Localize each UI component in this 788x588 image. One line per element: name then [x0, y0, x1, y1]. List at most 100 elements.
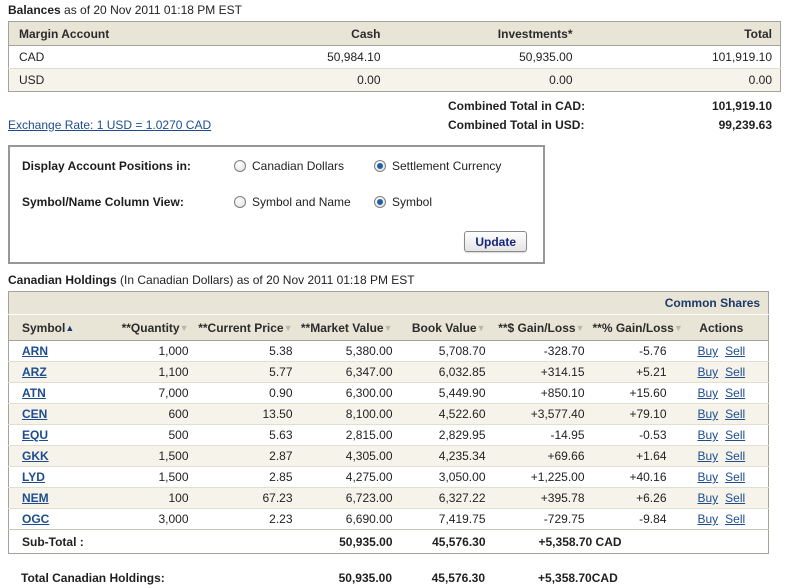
subtotal-row: Sub-Total : 50,935.00 45,576.30 +5,358.7…	[9, 530, 769, 554]
radio-icon[interactable]	[234, 196, 246, 208]
book-value-cell: 7,419.75	[401, 509, 494, 530]
symbol-link[interactable]: LYD	[22, 470, 45, 484]
radio-label: Settlement Currency	[392, 159, 501, 173]
quantity-cell: 1,500	[101, 446, 197, 467]
symbol-link[interactable]: ARZ	[22, 365, 47, 379]
exchange-rate-link[interactable]: Exchange Rate: 1 USD = 1.0270 CAD	[8, 118, 211, 132]
buy-link[interactable]: Buy	[697, 386, 718, 400]
display-options-panel: Display Account Positions in: Canadian D…	[8, 145, 545, 264]
table-row: OGC 3,000 2.23 6,690.00 7,419.75 -729.75…	[9, 509, 769, 530]
combined-total-cad-value: 101,919.10	[650, 99, 780, 113]
col-quantity[interactable]: **Quantity▼	[101, 315, 197, 341]
symbol-view-row: Symbol/Name Column View: Symbol and Name…	[22, 195, 533, 209]
col-percent-gain-loss[interactable]: **% Gain/Loss▼	[593, 315, 675, 341]
sell-link[interactable]: Sell	[725, 365, 745, 379]
sort-desc-icon: ▼	[576, 323, 585, 333]
radio-option-canadian-dollars[interactable]: Canadian Dollars	[234, 159, 374, 173]
symbol-link[interactable]: CEN	[22, 407, 47, 421]
price-cell: 2.85	[197, 467, 301, 488]
buy-link[interactable]: Buy	[697, 365, 718, 379]
total-cell: 0.00	[581, 69, 781, 92]
buy-link[interactable]: Buy	[697, 491, 718, 505]
buy-link[interactable]: Buy	[697, 344, 718, 358]
sell-link[interactable]: Sell	[725, 344, 745, 358]
gain-cell: +314.15	[494, 362, 593, 383]
gain-cell: -14.95	[494, 425, 593, 446]
market-value-cell: 2,815.00	[301, 425, 401, 446]
gain-pct-cell: +5.21	[593, 362, 675, 383]
table-row: GKK 1,500 2.87 4,305.00 4,235.34 +69.66 …	[9, 446, 769, 467]
balances-title-bold: Balances	[8, 3, 61, 17]
buy-link[interactable]: Buy	[697, 470, 718, 484]
radio-label: Symbol and Name	[252, 195, 351, 209]
price-cell: 5.63	[197, 425, 301, 446]
col-market-value[interactable]: **Market Value▼	[301, 315, 401, 341]
subtotal-label: Sub-Total :	[9, 530, 301, 554]
radio-selected-icon[interactable]	[374, 160, 386, 172]
total-market-value: 50,935.00	[300, 568, 400, 588]
book-value-cell: 4,522.60	[401, 404, 494, 425]
col-symbol[interactable]: Symbol▲	[9, 315, 101, 341]
col-book-value[interactable]: Book Value▼	[401, 315, 494, 341]
gain-pct-cell: +1.64	[593, 446, 675, 467]
radio-option-settlement-currency[interactable]: Settlement Currency	[374, 159, 501, 173]
update-button[interactable]: Update	[464, 231, 527, 252]
market-value-cell: 6,690.00	[301, 509, 401, 530]
price-cell: 13.50	[197, 404, 301, 425]
sort-desc-icon: ▼	[180, 323, 189, 333]
subtotal-gain: +5,358.70 CAD	[494, 530, 769, 554]
buy-link[interactable]: Buy	[697, 449, 718, 463]
holdings-title-rest: (In Canadian Dollars) as of 20 Nov 2011 …	[117, 273, 415, 287]
sell-link[interactable]: Sell	[725, 428, 745, 442]
radio-icon[interactable]	[234, 160, 246, 172]
market-value-cell: 8,100.00	[301, 404, 401, 425]
cash-cell: 0.00	[229, 69, 389, 92]
price-cell: 2.87	[197, 446, 301, 467]
holdings-header-row: Symbol▲ **Quantity▼ **Current Price▼ **M…	[9, 315, 769, 341]
gain-cell: -729.75	[494, 509, 593, 530]
total-holdings-label: Total Canadian Holdings:	[8, 568, 300, 588]
table-row: EQU 500 5.63 2,815.00 2,829.95 -14.95 -0…	[9, 425, 769, 446]
sell-link[interactable]: Sell	[725, 491, 745, 505]
positions-display-label: Display Account Positions in:	[22, 159, 234, 173]
symbol-link[interactable]: ATN	[22, 386, 46, 400]
col-actions: Actions	[675, 315, 769, 341]
radio-option-symbol[interactable]: Symbol	[374, 195, 432, 209]
col-dollar-gain-loss[interactable]: **$ Gain/Loss▼	[494, 315, 593, 341]
book-value-cell: 2,829.95	[401, 425, 494, 446]
symbol-link[interactable]: OGC	[22, 512, 49, 526]
combined-total-usd-label: Combined Total in USD:	[448, 118, 650, 132]
sell-link[interactable]: Sell	[725, 407, 745, 421]
market-value-cell: 6,347.00	[301, 362, 401, 383]
gain-cell: +395.78	[494, 488, 593, 509]
sell-link[interactable]: Sell	[725, 512, 745, 526]
combined-total-usd-value: 99,239.63	[650, 118, 780, 132]
sell-link[interactable]: Sell	[725, 449, 745, 463]
symbol-link[interactable]: ARN	[22, 344, 48, 358]
radio-selected-icon[interactable]	[374, 196, 386, 208]
sell-link[interactable]: Sell	[725, 470, 745, 484]
holdings-title: Canadian Holdings (In Canadian Dollars) …	[8, 273, 788, 287]
col-current-price[interactable]: **Current Price▼	[197, 315, 301, 341]
col-cash: Cash	[229, 22, 389, 46]
symbol-link[interactable]: EQU	[22, 428, 48, 442]
sell-link[interactable]: Sell	[725, 386, 745, 400]
radio-option-symbol-and-name[interactable]: Symbol and Name	[234, 195, 374, 209]
total-holdings-row: Total Canadian Holdings: 50,935.00 45,57…	[8, 568, 768, 588]
symbol-link[interactable]: NEM	[22, 491, 49, 505]
buy-link[interactable]: Buy	[697, 512, 718, 526]
buy-link[interactable]: Buy	[697, 407, 718, 421]
table-row: ARN 1,000 5.38 5,380.00 5,708.70 -328.70…	[9, 341, 769, 362]
table-row: ATN 7,000 0.90 6,300.00 5,449.90 +850.10…	[9, 383, 769, 404]
sort-desc-icon: ▼	[674, 323, 683, 333]
buy-link[interactable]: Buy	[697, 428, 718, 442]
balances-header-row: Margin Account Cash Investments* Total	[9, 22, 781, 46]
quantity-cell: 3,000	[101, 509, 197, 530]
quantity-cell: 7,000	[101, 383, 197, 404]
price-cell: 67.23	[197, 488, 301, 509]
total-gain: +5,358.70CAD	[493, 568, 768, 588]
symbol-link[interactable]: GKK	[22, 449, 49, 463]
table-row: CAD 50,984.10 50,935.00 101,919.10	[9, 46, 781, 69]
radio-label: Symbol	[392, 195, 432, 209]
quantity-cell: 500	[101, 425, 197, 446]
